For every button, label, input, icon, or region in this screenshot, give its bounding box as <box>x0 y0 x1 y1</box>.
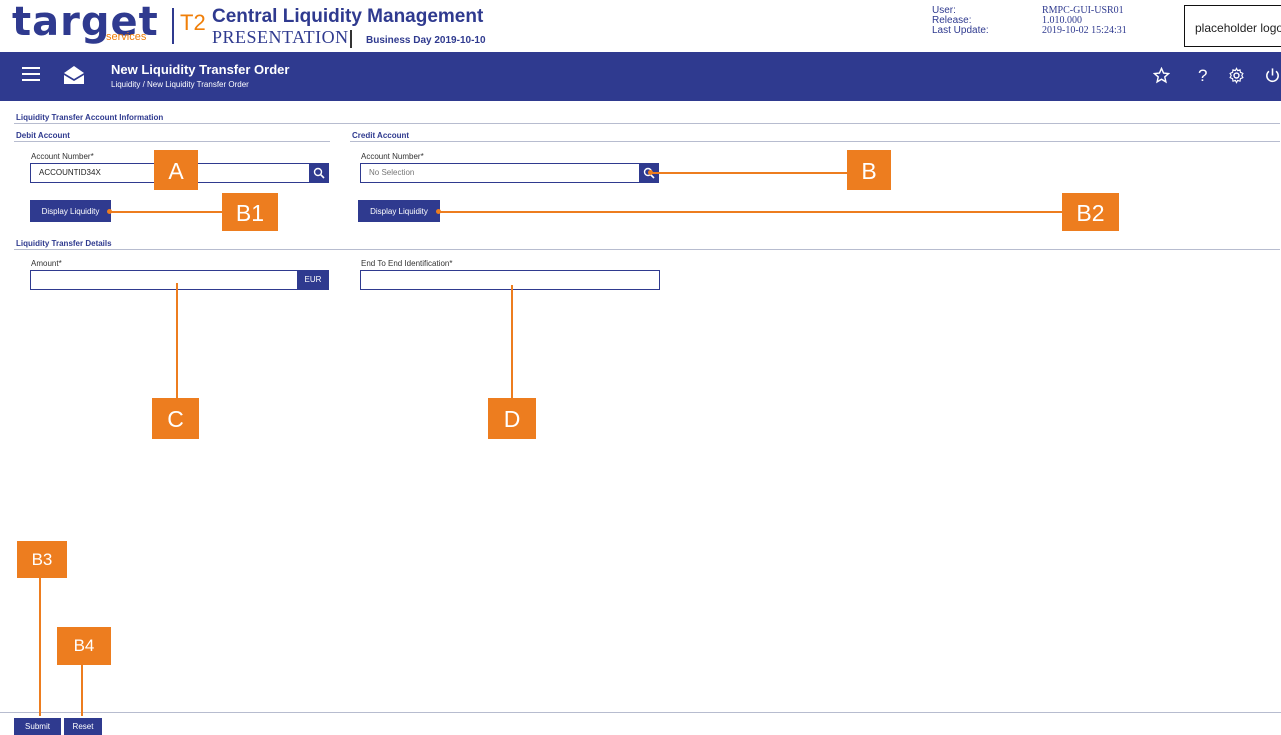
debit-account-search-button[interactable] <box>309 163 329 183</box>
system-name: T2 <box>180 10 206 35</box>
amount-input[interactable] <box>30 270 298 290</box>
debit-account-number-label: Account Number* <box>31 152 94 161</box>
session-meta-labels: User: Release: Last Update: <box>932 6 989 36</box>
session-meta-values: RMPC-GUI-USR01 1.010.000 2019-10-02 15:2… <box>1042 6 1127 36</box>
annotation-b2: B2 <box>1062 193 1119 231</box>
annotation-b2-connector <box>439 211 1063 213</box>
placeholder-logo: placeholder logo <box>1184 5 1281 47</box>
currency-selector[interactable]: EUR <box>297 270 329 290</box>
last-update-label: Last Update: <box>932 25 989 36</box>
credit-account-title: Credit Account <box>352 131 410 140</box>
annotation-b1-connector <box>110 211 223 213</box>
annotation-d: D <box>488 398 536 439</box>
annotation-a: A <box>154 150 198 190</box>
annotation-b1: B1 <box>222 193 278 231</box>
gear-icon[interactable] <box>1228 67 1245 84</box>
debit-account-title: Debit Account <box>16 131 70 140</box>
page-title: New Liquidity Transfer Order <box>111 62 290 77</box>
credit-display-liquidity-button[interactable]: Display Liquidity <box>358 200 440 222</box>
annotation-c-connector <box>176 283 178 399</box>
annotation-b: B <box>847 150 891 190</box>
top-header: target services T2 Central Liquidity Man… <box>0 0 1281 52</box>
annotation-b-pointer <box>648 170 653 175</box>
reset-button[interactable]: Reset <box>64 718 102 735</box>
mail-icon <box>64 66 84 84</box>
target-logo-services: services <box>106 31 147 43</box>
app-title: Central Liquidity Management <box>212 6 484 27</box>
last-update-value: 2019-10-02 15:24:31 <box>1042 25 1127 36</box>
credit-account-divider <box>350 141 1280 142</box>
annotation-d-connector <box>511 285 513 399</box>
annotation-b1-pointer <box>107 209 112 214</box>
amount-label: Amount* <box>31 259 62 268</box>
submit-button[interactable]: Submit <box>14 718 61 735</box>
menu-icon[interactable] <box>22 67 40 81</box>
breadcrumb[interactable]: Liquidity / New Liquidity Transfer Order <box>111 80 249 89</box>
annotation-b3-connector <box>39 578 41 716</box>
header-divider <box>172 8 174 44</box>
transfer-details-divider <box>14 249 1280 250</box>
end-to-end-id-label: End To End Identification* <box>361 259 453 268</box>
environment-name: PRESENTATION <box>212 27 349 47</box>
environment-divider <box>350 30 352 48</box>
credit-account-number-input[interactable]: No Selection <box>360 163 640 183</box>
account-info-divider <box>14 123 1280 124</box>
star-icon[interactable] <box>1153 67 1170 84</box>
help-icon[interactable]: ? <box>1198 66 1207 86</box>
annotation-b2-pointer <box>436 209 441 214</box>
power-icon[interactable] <box>1264 67 1281 84</box>
annotation-b-connector <box>652 172 848 174</box>
annotation-b4: B4 <box>57 627 111 665</box>
credit-account-number-label: Account Number* <box>361 152 424 161</box>
nav-bar: New Liquidity Transfer Order Liquidity /… <box>0 52 1281 101</box>
annotation-c: C <box>152 398 199 439</box>
annotation-b3: B3 <box>17 541 67 578</box>
footer-divider <box>0 712 1281 713</box>
debit-account-divider <box>14 141 330 142</box>
debit-display-liquidity-button[interactable]: Display Liquidity <box>30 200 111 222</box>
annotation-b4-connector <box>81 665 83 716</box>
account-info-title: Liquidity Transfer Account Information <box>16 113 164 122</box>
search-icon <box>313 167 325 179</box>
end-to-end-id-input[interactable] <box>360 270 660 290</box>
business-day: Business Day 2019-10-10 <box>366 35 486 46</box>
transfer-details-title: Liquidity Transfer Details <box>16 239 112 248</box>
